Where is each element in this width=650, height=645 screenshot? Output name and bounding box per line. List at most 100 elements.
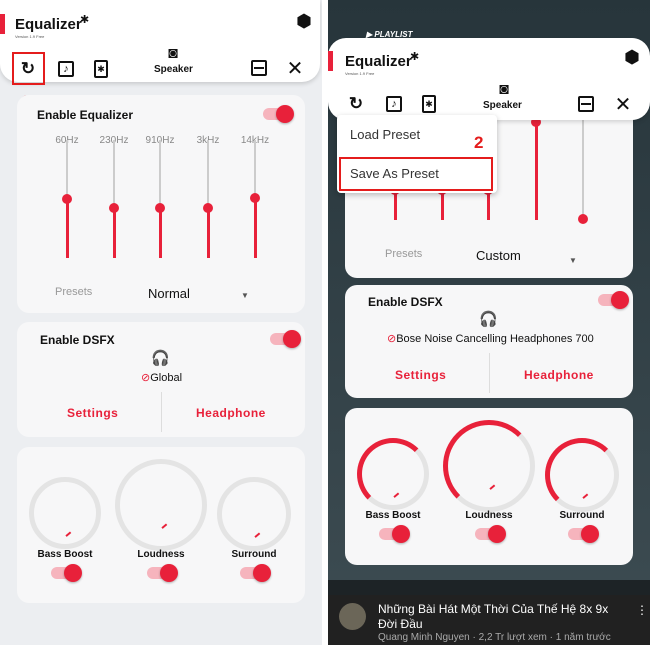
headphones-icon: 🎧 (479, 311, 498, 328)
band-slider-thumb[interactable] (62, 194, 72, 204)
slider-track (66, 140, 68, 199)
equalizer-toggle[interactable] (263, 105, 294, 123)
knob-dial[interactable] (443, 420, 535, 512)
highlight-box (12, 52, 45, 85)
band-slider-thumb[interactable] (203, 203, 213, 214)
slider-track (207, 140, 209, 209)
device-name: ⊘Bose Noise Cancelling Headphones 700 (387, 333, 594, 345)
settings-button[interactable]: Settings (395, 368, 446, 382)
headphones-icon: 🎧 (151, 350, 170, 367)
slider-fill (158, 208, 162, 258)
preset-history-icon[interactable]: ↻ (345, 93, 367, 115)
bluetooth-icon: ✱ (410, 51, 420, 63)
effects-card: Bass Boost Loudness Surround (17, 447, 305, 603)
knob-label: Bass Boost (365, 510, 421, 521)
slider-fill (253, 197, 257, 258)
video-meta: Quang Minh Nguyen · 2,2 Tr lượt xem · 1 … (378, 632, 611, 643)
preset-select[interactable]: Custom (476, 248, 521, 263)
step-2-label: 2 (474, 133, 484, 152)
knob-toggle[interactable] (147, 564, 178, 582)
settings-icon[interactable]: ⬢ (293, 10, 315, 32)
highlight-box (339, 157, 493, 191)
music-icon[interactable]: ♪ (386, 96, 402, 112)
bluetooth-device-icon[interactable]: ✱ (422, 95, 436, 113)
knob-indicator (489, 484, 496, 490)
dsfx-label: Enable DSFX (368, 295, 443, 309)
headphone-button[interactable]: Headphone (196, 406, 266, 420)
preset-select[interactable]: Normal (148, 286, 190, 301)
version: Version 1.9 Free (15, 34, 45, 39)
bluetooth-device-icon[interactable]: ✱ (94, 60, 108, 78)
chevron-down-icon[interactable]: ▼ (241, 291, 249, 300)
slider-track (159, 140, 161, 209)
knob-indicator (582, 493, 589, 499)
slider-fill (206, 208, 210, 258)
dsfx-card: Enable DSFX 🎧 ⊘Bose Noise Cancelling Hea… (345, 285, 633, 398)
slider-track (254, 140, 256, 198)
knob-indicator (65, 531, 72, 537)
app-header: Equalizer ✱ Version 1.9 Free ⬢ ↻ ♪ ✱ ◙ S… (0, 0, 320, 82)
knob-label: Bass Boost (37, 549, 93, 560)
speaker-icon[interactable]: ◙ (493, 79, 515, 101)
knob-toggle[interactable] (240, 564, 271, 582)
left-screenshot: Equalizer ✱ Version 1.9 Free ⬢ ↻ ♪ ✱ ◙ S… (0, 0, 322, 645)
knob-dial[interactable] (545, 438, 619, 512)
close-icon[interactable]: ✕ (284, 57, 306, 80)
dsfx-toggle[interactable] (270, 330, 301, 348)
output-label: Speaker (154, 64, 193, 75)
menu-item-load-preset[interactable]: Load Preset (350, 127, 420, 142)
knob-toggle[interactable] (568, 525, 599, 543)
presets-label: Presets (385, 248, 423, 260)
knob-indicator (161, 523, 168, 529)
slider-fill (65, 199, 69, 258)
knob-indicator (254, 532, 261, 538)
version: Version 1.9 Free (345, 71, 375, 76)
dsfx-label: Enable DSFX (40, 333, 115, 347)
dsfx-card: Enable DSFX 🎧 ⊘Global Settings Headphone (17, 322, 305, 437)
knob-toggle[interactable] (379, 525, 410, 543)
band-slider-thumb[interactable] (109, 203, 119, 214)
bluetooth-icon: ✱ (80, 14, 90, 26)
slider-fill (534, 121, 538, 220)
speaker-icon[interactable]: ◙ (162, 43, 184, 65)
knob-dial[interactable] (357, 438, 429, 510)
chevron-down-icon[interactable]: ▼ (569, 256, 577, 265)
band-slider-thumb[interactable] (250, 192, 260, 203)
headphone-button[interactable]: Headphone (524, 368, 594, 382)
app-title: Equalizer (15, 16, 82, 33)
dsfx-toggle[interactable] (598, 291, 629, 309)
knob-label: Loudness (465, 510, 513, 521)
app-header: Equalizer ✱ Version 1.9 Free ⬢ ↻ ♪ ✱ ◙ S… (328, 38, 650, 120)
knob-dial[interactable] (217, 477, 291, 551)
app-title: Equalizer (345, 53, 412, 70)
output-label: Speaker (483, 100, 522, 111)
equalizer-label: Enable Equalizer (37, 108, 134, 122)
device-name: ⊘Global (141, 372, 183, 384)
effects-card: Bass Boost Loudness Surround (345, 408, 633, 565)
channel-avatar[interactable] (339, 603, 366, 630)
video-title[interactable]: Những Bài Hát Một Thời Của Thế Hệ 8x 9x … (378, 602, 628, 632)
knob-toggle[interactable] (51, 564, 82, 582)
knob-label: Loudness (137, 549, 185, 560)
settings-button[interactable]: Settings (67, 406, 118, 420)
knob-dial[interactable] (115, 459, 207, 551)
music-icon[interactable]: ♪ (58, 61, 74, 77)
right-screenshot: ▶ PLAYLIST Presets Custom ▼ Equalizer ✱ … (328, 0, 650, 645)
knob-dial[interactable] (29, 477, 101, 549)
slider-track (113, 140, 115, 209)
knob-toggle[interactable] (475, 525, 506, 543)
band-slider-thumb[interactable] (578, 213, 588, 224)
close-icon[interactable]: ✕ (612, 93, 634, 116)
disconnect-icon: ⊘ (141, 372, 151, 384)
video-row[interactable]: Những Bài Hát Một Thời Của Thế Hệ 8x 9x … (328, 595, 650, 645)
knob-label: Surround (231, 549, 277, 560)
knob-label: Surround (559, 510, 605, 521)
slider-fill (112, 208, 116, 258)
knob-indicator (393, 492, 400, 498)
band-slider-thumb[interactable] (155, 203, 165, 214)
settings-icon[interactable]: ⬢ (621, 46, 643, 68)
disconnect-icon: ⊘ (387, 333, 397, 345)
equalizer-card: Enable Equalizer 60Hz230Hz910Hz3kHz14kHz… (17, 95, 305, 313)
more-options-icon[interactable]: ⋮ (636, 603, 648, 617)
presets-label: Presets (55, 286, 93, 298)
